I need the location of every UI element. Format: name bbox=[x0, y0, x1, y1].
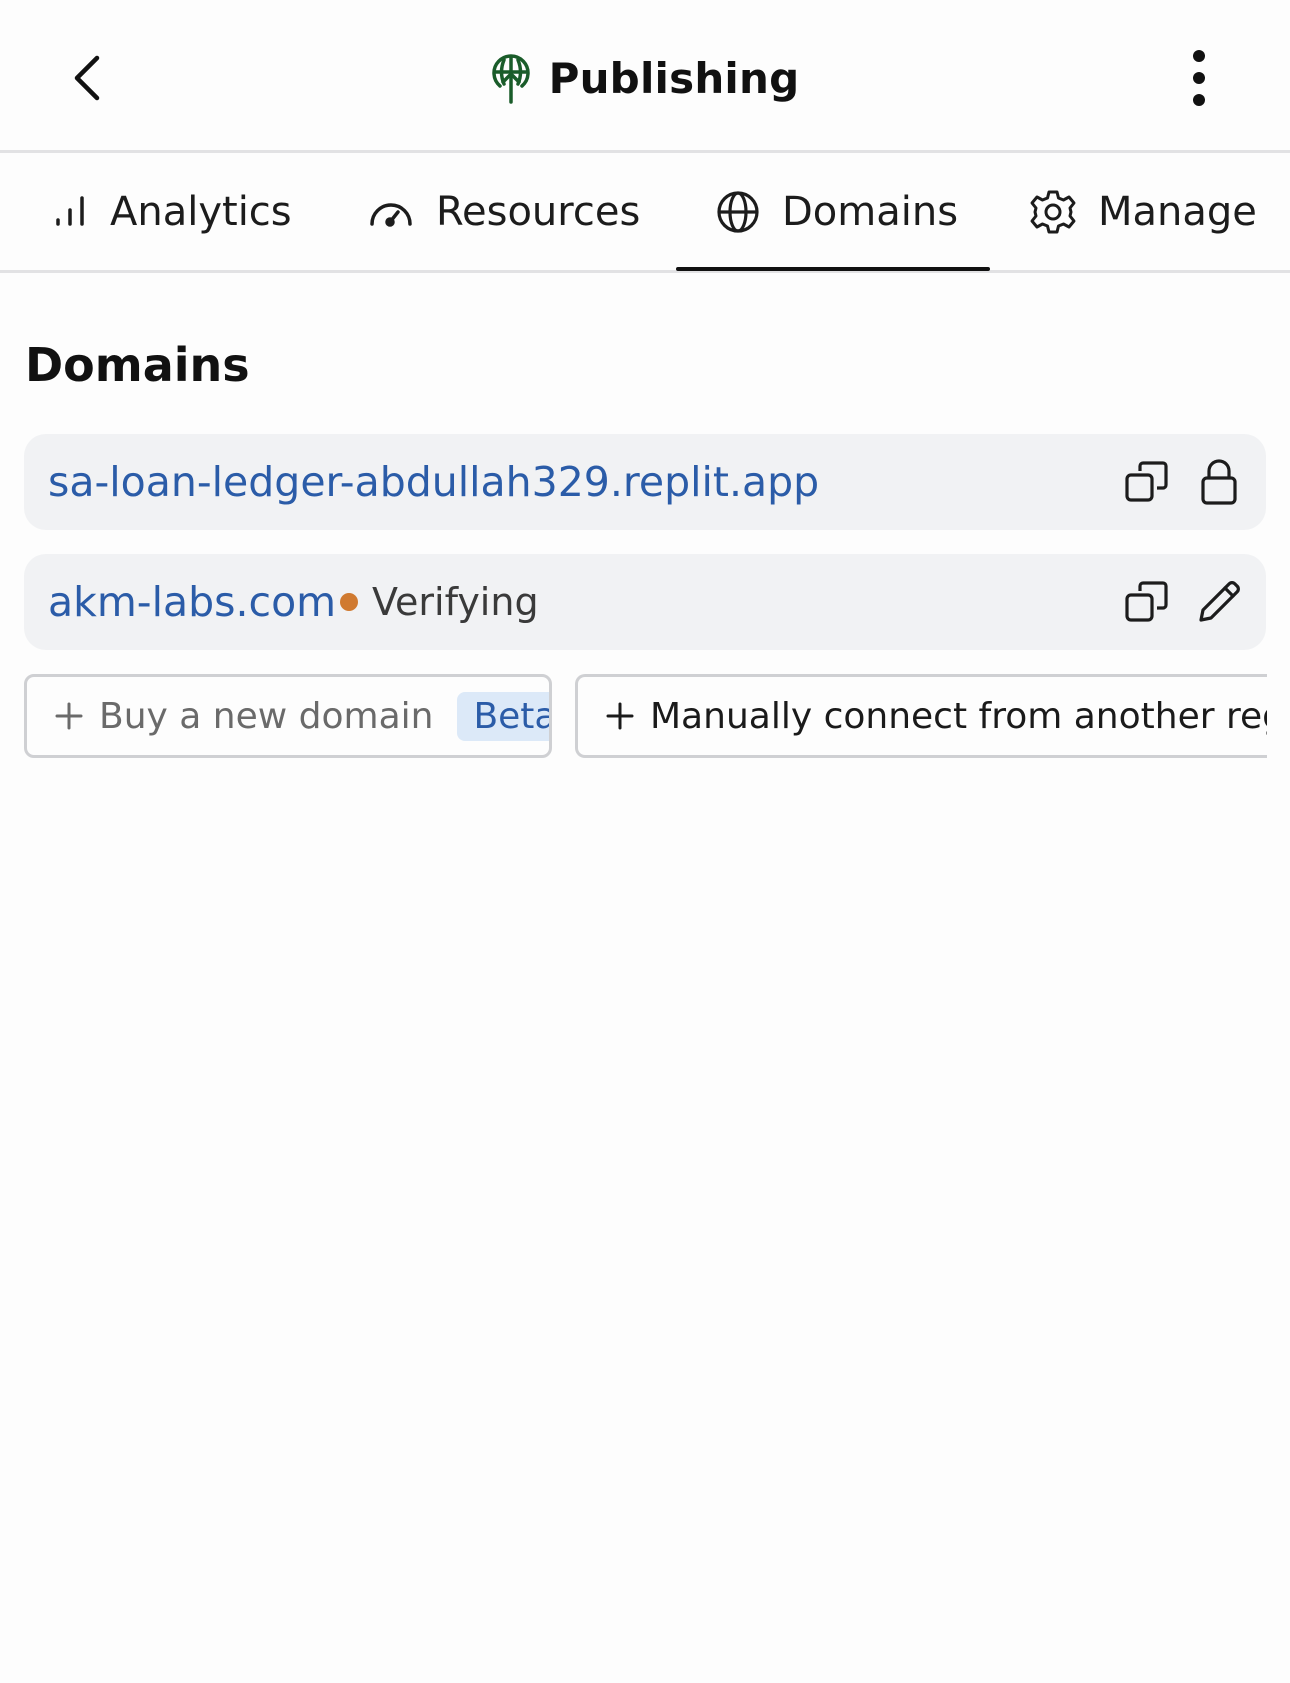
plus-icon bbox=[55, 702, 83, 730]
tab-bar: Analytics Resources Domains Manage bbox=[0, 153, 1290, 273]
pencil-icon[interactable] bbox=[1194, 577, 1244, 627]
status-text: Verifying bbox=[372, 580, 539, 624]
manual-connect-label: Manually connect from another registrar bbox=[650, 695, 1267, 737]
globe-icon bbox=[717, 190, 759, 233]
manual-connect-button[interactable]: Manually connect from another registrar bbox=[575, 674, 1267, 758]
bar-chart-icon bbox=[56, 195, 84, 226]
page-title-group: Publishing bbox=[0, 46, 1290, 110]
top-bar: Publishing bbox=[0, 0, 1290, 153]
more-options-button[interactable] bbox=[1174, 44, 1224, 112]
buy-domain-label: Buy a new domain bbox=[99, 695, 434, 737]
status-dot-icon bbox=[340, 593, 358, 611]
beta-badge: Beta bbox=[457, 691, 549, 741]
kebab-menu-icon bbox=[1193, 50, 1205, 62]
copy-icon[interactable] bbox=[1122, 457, 1172, 507]
gear-icon bbox=[1030, 190, 1076, 233]
gauge-icon bbox=[370, 202, 412, 227]
tab-resources-label: Resources bbox=[436, 188, 641, 235]
tab-domains[interactable]: Domains bbox=[675, 153, 991, 271]
tab-domains-label: Domains bbox=[782, 188, 959, 235]
section-title: Domains bbox=[25, 338, 250, 392]
status-badge: Verifying bbox=[340, 580, 539, 624]
tab-analytics[interactable]: Analytics bbox=[52, 153, 292, 270]
lock-icon[interactable] bbox=[1194, 457, 1244, 507]
buy-domain-button[interactable]: Buy a new domain Beta bbox=[24, 674, 552, 758]
plus-icon bbox=[606, 702, 634, 730]
tab-manage-label: Manage bbox=[1098, 188, 1257, 235]
domain-row: akm-labs.com Verifying bbox=[24, 554, 1266, 650]
tab-analytics-label: Analytics bbox=[110, 188, 292, 235]
tab-manage[interactable]: Manage bbox=[1030, 153, 1257, 270]
publish-tree-icon bbox=[491, 54, 530, 104]
domain-link[interactable]: akm-labs.com bbox=[48, 578, 336, 626]
copy-icon[interactable] bbox=[1122, 577, 1172, 627]
kebab-dot bbox=[1193, 94, 1205, 106]
page-title: Publishing bbox=[548, 53, 800, 103]
kebab-dot bbox=[1193, 72, 1205, 84]
tab-resources[interactable]: Resources bbox=[368, 153, 640, 270]
domain-link[interactable]: sa-loan-ledger-abdullah329.replit.app bbox=[48, 458, 819, 506]
domain-row: sa-loan-ledger-abdullah329.replit.app bbox=[24, 434, 1266, 530]
